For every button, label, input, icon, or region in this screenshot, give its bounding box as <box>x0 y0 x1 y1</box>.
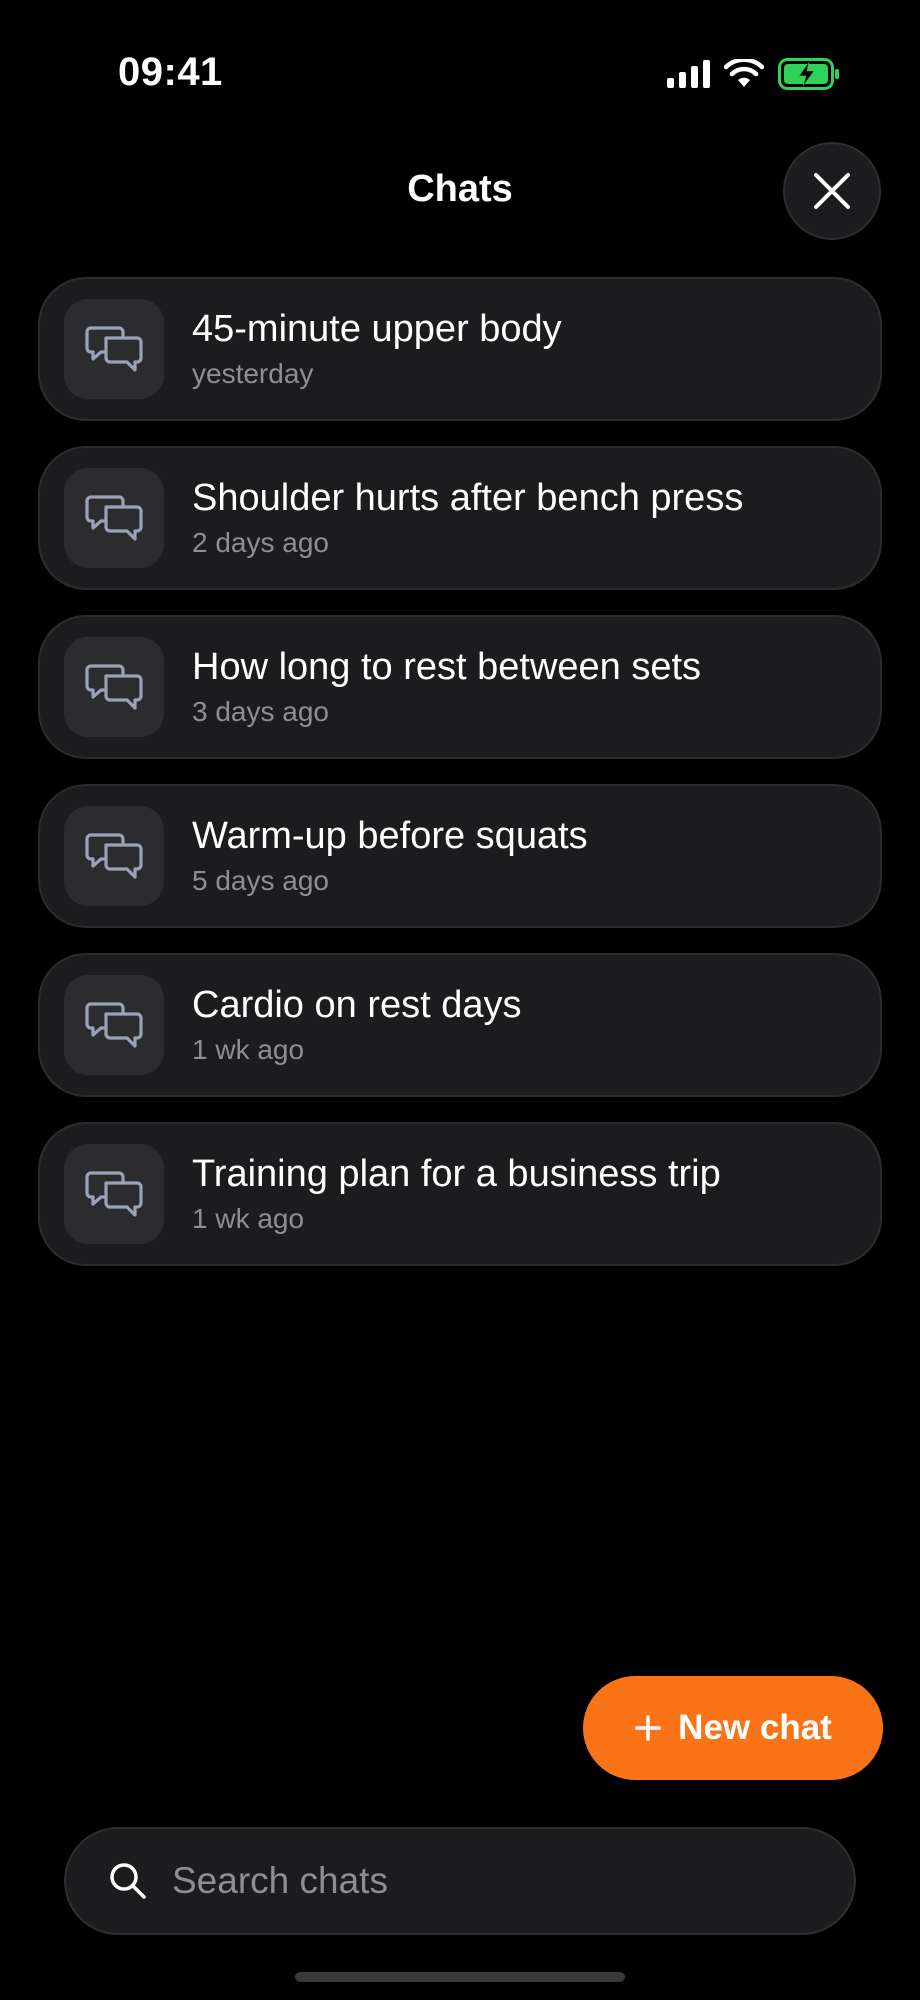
chat-text: 45-minute upper body yesterday <box>192 306 562 392</box>
chat-title: Cardio on rest days <box>192 984 522 1026</box>
chat-time: 5 days ago <box>192 865 329 896</box>
new-chat-label: New chat <box>678 1708 832 1747</box>
chat-list-item[interactable]: Training plan for a business trip 1 wk a… <box>38 1122 882 1266</box>
chat-bubbles-icon <box>85 1171 143 1217</box>
chat-icon-container <box>64 468 164 568</box>
chat-text: Shoulder hurts after bench press 2 days … <box>192 475 743 561</box>
close-icon <box>814 173 850 209</box>
chat-title: Warm-up before squats <box>192 815 588 857</box>
chat-title: 45-minute upper body <box>192 308 562 350</box>
chat-list-item[interactable]: How long to rest between sets 3 days ago <box>38 615 882 759</box>
chat-time: 1 wk ago <box>192 1203 305 1234</box>
chat-icon-container <box>64 975 164 1075</box>
chat-text: Cardio on rest days 1 wk ago <box>192 982 522 1068</box>
chat-list-item[interactable]: 45-minute upper body yesterday <box>38 277 882 421</box>
chat-list: 45-minute upper body yesterday Shoulder … <box>38 277 882 1291</box>
search-icon <box>110 1863 146 1899</box>
home-indicator <box>295 1972 625 1982</box>
chat-time: yesterday <box>192 358 314 389</box>
wifi-icon <box>724 59 764 87</box>
status-time: 09:41 <box>118 50 223 94</box>
chat-icon-container <box>64 806 164 906</box>
chat-bubbles-icon <box>85 1002 143 1048</box>
chat-list-item[interactable]: Cardio on rest days 1 wk ago <box>38 953 882 1097</box>
chat-text: Warm-up before squats 5 days ago <box>192 813 588 899</box>
battery-charging-icon <box>778 58 839 90</box>
status-icons <box>667 56 840 92</box>
chat-title: How long to rest between sets <box>192 646 702 688</box>
page-title: Chats <box>407 168 513 210</box>
chat-text: How long to rest between sets 3 days ago <box>192 644 701 730</box>
new-chat-button[interactable]: New chat <box>583 1676 883 1780</box>
plus-icon <box>635 1715 661 1741</box>
close-button[interactable] <box>783 142 881 240</box>
search-input[interactable] <box>170 1859 814 1903</box>
cellular-signal-icon <box>667 60 710 88</box>
chat-bubbles-icon <box>85 833 143 879</box>
chat-time: 3 days ago <box>192 696 329 727</box>
chat-list-item[interactable]: Warm-up before squats 5 days ago <box>38 784 882 928</box>
chat-title: Shoulder hurts after bench press <box>192 477 744 519</box>
search-bar[interactable] <box>64 1827 856 1935</box>
chat-list-item[interactable]: Shoulder hurts after bench press 2 days … <box>38 446 882 590</box>
chat-icon-container <box>64 637 164 737</box>
chat-bubbles-icon <box>85 664 143 710</box>
chat-icon-container <box>64 1144 164 1244</box>
chat-title: Training plan for a business trip <box>192 1153 721 1195</box>
chat-time: 1 wk ago <box>192 1034 305 1065</box>
chat-time: 2 days ago <box>192 527 329 558</box>
chat-bubbles-icon <box>85 326 143 372</box>
chat-bubbles-icon <box>85 495 143 541</box>
chat-icon-container <box>64 299 164 399</box>
chat-text: Training plan for a business trip 1 wk a… <box>192 1151 721 1237</box>
